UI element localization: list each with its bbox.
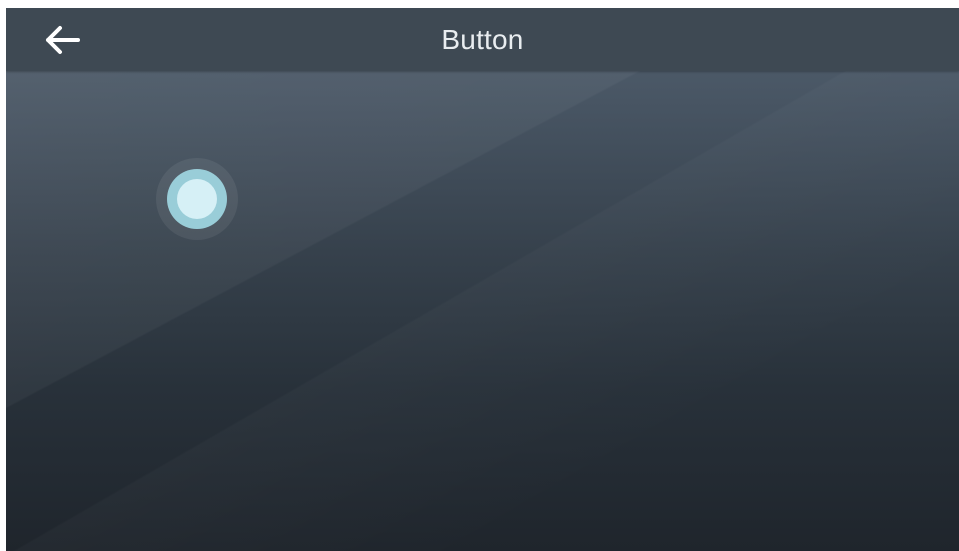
- app-screen: Button: [6, 8, 959, 551]
- header-bar: Button: [6, 8, 959, 71]
- background-sheen: [6, 8, 959, 551]
- round-button[interactable]: [156, 158, 238, 240]
- background-sheen-secondary: [6, 8, 959, 551]
- circle-dot-icon: [177, 179, 217, 219]
- page-title: Button: [441, 24, 524, 55]
